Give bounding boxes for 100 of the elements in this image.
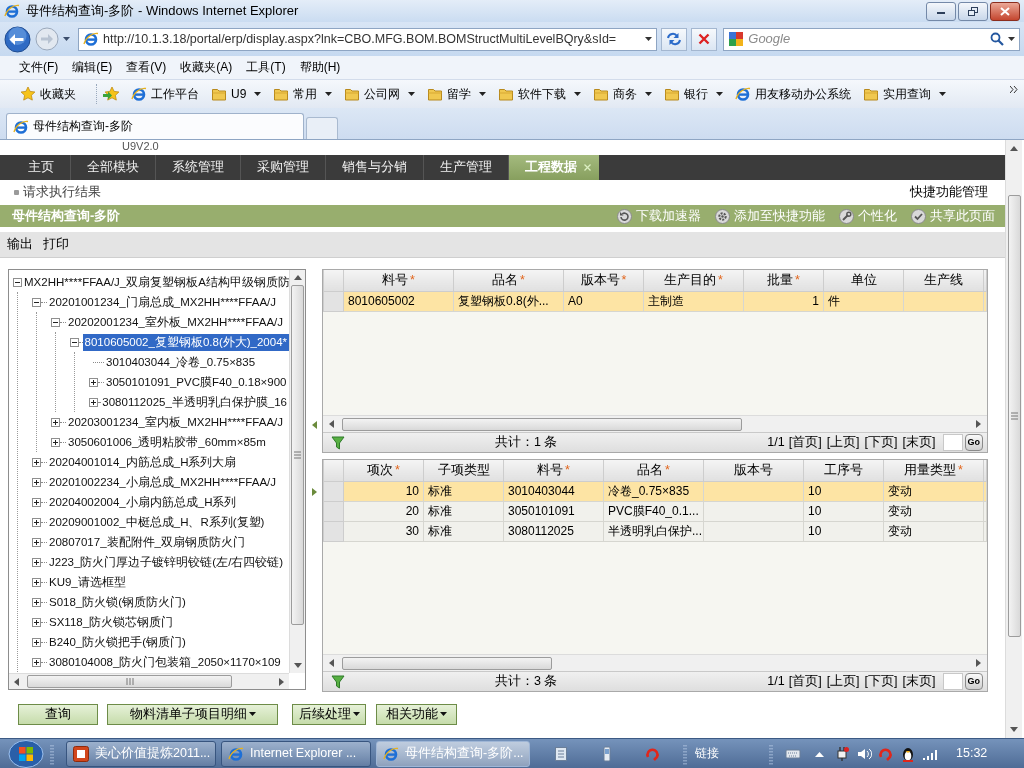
refresh-button[interactable]	[661, 27, 688, 51]
search-button[interactable]	[990, 32, 1015, 46]
scroll-left-icon[interactable]	[14, 677, 19, 686]
search-field[interactable]: Google	[748, 31, 969, 47]
scroll-up-icon[interactable]	[1010, 146, 1018, 151]
column-header[interactable]: 品名 *	[603, 460, 704, 481]
nav-tab[interactable]: 采购管理	[241, 155, 326, 180]
tree-node[interactable]: 20209001002_中梃总成_H、R系列(复塑)	[47, 513, 267, 531]
tree-node[interactable]: 20201002234_小扇总成_MX2HH****FFAA/J	[47, 473, 278, 491]
links-toolbar-label[interactable]: 链接	[695, 746, 719, 761]
column-header[interactable]: 项次 *	[343, 460, 424, 481]
expand-icon[interactable]	[32, 597, 41, 607]
start-button[interactable]	[8, 739, 44, 768]
expand-icon[interactable]	[89, 377, 98, 387]
address-dropdown-button[interactable]	[645, 37, 653, 41]
expand-icon[interactable]	[32, 497, 41, 507]
horizontal-scrollbar[interactable]	[9, 673, 289, 689]
tree-node[interactable]: 3010403044_冷卷_0.75×835	[104, 353, 258, 371]
scroll-right-icon[interactable]	[976, 659, 981, 667]
collapse-icon[interactable]	[51, 317, 60, 327]
column-header[interactable]: 批量 *	[743, 270, 824, 291]
favorites-item[interactable]: 留学	[423, 84, 491, 104]
nav-tab[interactable]: 系统管理	[156, 155, 241, 180]
scroll-right-icon[interactable]	[279, 677, 284, 686]
column-header[interactable]: 子项类型	[423, 460, 504, 481]
table-row[interactable]: 20 标准 3050101091 PVC膜F40_0.1... 10 变动	[323, 501, 987, 521]
show-hidden-icons-icon[interactable]	[815, 750, 824, 757]
expand-icon[interactable]	[32, 637, 41, 647]
expand-icon[interactable]	[32, 657, 41, 667]
action-button[interactable]: 查询	[18, 703, 98, 725]
expand-icon[interactable]	[51, 437, 60, 447]
expand-icon[interactable]	[32, 457, 41, 467]
pager-link[interactable]: [下页]	[864, 674, 898, 689]
column-header[interactable]: 版本号 *	[563, 270, 644, 291]
tree-node[interactable]: 3080104008_防火门包装箱_2050×1170×109	[47, 653, 283, 671]
page-number-field[interactable]	[942, 673, 963, 690]
action-button[interactable]: 相关功能	[376, 703, 457, 725]
history-dropdown-button[interactable]	[63, 37, 70, 41]
scroll-down-icon[interactable]	[293, 663, 302, 668]
expand-icon[interactable]	[32, 537, 41, 547]
collapse-icon[interactable]	[70, 337, 79, 347]
pager-link[interactable]: [首页]	[788, 674, 822, 689]
scroll-right-icon[interactable]	[976, 420, 981, 428]
pager-link[interactable]: [上页]	[826, 674, 860, 689]
toolbar-button[interactable]: 输出	[7, 237, 33, 252]
menu-item[interactable]: 收藏夹(A)	[173, 58, 240, 77]
column-header[interactable]: 料号 *	[343, 270, 454, 291]
nav-tab[interactable]: 全部模块	[71, 155, 156, 180]
tree-node[interactable]: 3050601006_透明粘胶带_60mm×85m	[66, 433, 268, 451]
menu-item[interactable]: 编辑(E)	[65, 58, 120, 77]
tree-node[interactable]: MX2HH****FFAA/J_双扇复塑钢板A结构甲级钢质防	[22, 273, 292, 291]
pager-link[interactable]: [上页]	[826, 435, 860, 450]
pager-link[interactable]: [末页]	[902, 435, 936, 450]
column-header[interactable]: 生产线	[903, 270, 984, 291]
tree-node[interactable]: 3080112025_半透明乳白保护膜_16	[100, 393, 289, 411]
tree-node[interactable]: 20202001234_室外板_MX2HH****FFAA/J	[66, 313, 285, 331]
action-button[interactable]: 物料清单子项目明细	[107, 703, 278, 725]
favorites-item[interactable]: U9	[207, 84, 266, 104]
chevron-icon[interactable]	[1010, 85, 1018, 93]
expand-icon[interactable]	[32, 617, 41, 627]
scroll-up-icon[interactable]	[293, 275, 302, 280]
tree-node[interactable]: 8010605002_复塑钢板0.8(外大)_2004*	[82, 333, 289, 351]
plug-icon[interactable]	[834, 745, 850, 762]
scroll-left-icon[interactable]	[329, 420, 334, 428]
favorites-item[interactable]: 用友移动办公系统	[731, 84, 856, 104]
restore-button[interactable]	[958, 1, 988, 21]
scrollbar-thumb[interactable]	[1007, 195, 1021, 637]
stop-button[interactable]	[691, 27, 718, 51]
tree-node[interactable]: S018_防火锁(钢质防火门)	[47, 593, 188, 611]
favorites-item[interactable]: 常用	[269, 84, 337, 104]
scrollbar-thumb[interactable]	[342, 656, 552, 670]
expand-icon[interactable]	[89, 397, 98, 407]
penguin-icon[interactable]	[900, 745, 916, 762]
nav-tab[interactable]: 销售与分销	[326, 155, 424, 180]
favorites-item[interactable]: 银行	[660, 84, 728, 104]
minimize-button[interactable]	[926, 1, 956, 21]
back-button[interactable]	[4, 25, 31, 53]
toolbar-button[interactable]: 打印	[43, 237, 69, 252]
tree-node[interactable]: 20204002004_小扇内筋总成_H系列	[47, 493, 239, 511]
menu-item[interactable]: 帮助(H)	[292, 58, 348, 77]
column-header[interactable]: 生产目的 *	[643, 270, 744, 291]
scroll-left-icon[interactable]	[329, 659, 334, 667]
table-row[interactable]: 30 标准 3080112025 半透明乳白保护... 10 变动	[323, 521, 987, 541]
address-field[interactable]: http://10.1.3.18/portal/erp/display.aspx?lnk=CBO.MFG.BOM.BOMStructMultiLevelBQry&sId=	[78, 27, 658, 51]
tree-node[interactable]: 20807017_装配附件_双扇钢质防火门	[47, 533, 247, 551]
favorites-item[interactable]: 商务	[589, 84, 657, 104]
column-header[interactable]: 用量类型 *	[883, 460, 984, 481]
horizontal-scrollbar[interactable]	[323, 415, 987, 432]
favorites-item[interactable]: 公司网	[340, 84, 420, 104]
vertical-scrollbar[interactable]	[289, 270, 305, 673]
tree-node[interactable]: 20204001014_内筋总成_H系列大扇	[47, 453, 239, 471]
menu-item[interactable]: 文件(F)	[12, 58, 66, 77]
expand-icon[interactable]	[32, 477, 41, 487]
favorites-item[interactable]: 实用查询	[859, 84, 951, 104]
column-header[interactable]: 单位	[823, 270, 904, 291]
notepad-icon[interactable]	[553, 745, 569, 762]
column-header[interactable]: 品名 *	[453, 270, 564, 291]
nav-tab[interactable]: 主页	[12, 155, 71, 180]
menu-item[interactable]: 查看(V)	[119, 58, 174, 77]
expand-icon[interactable]	[32, 517, 41, 527]
